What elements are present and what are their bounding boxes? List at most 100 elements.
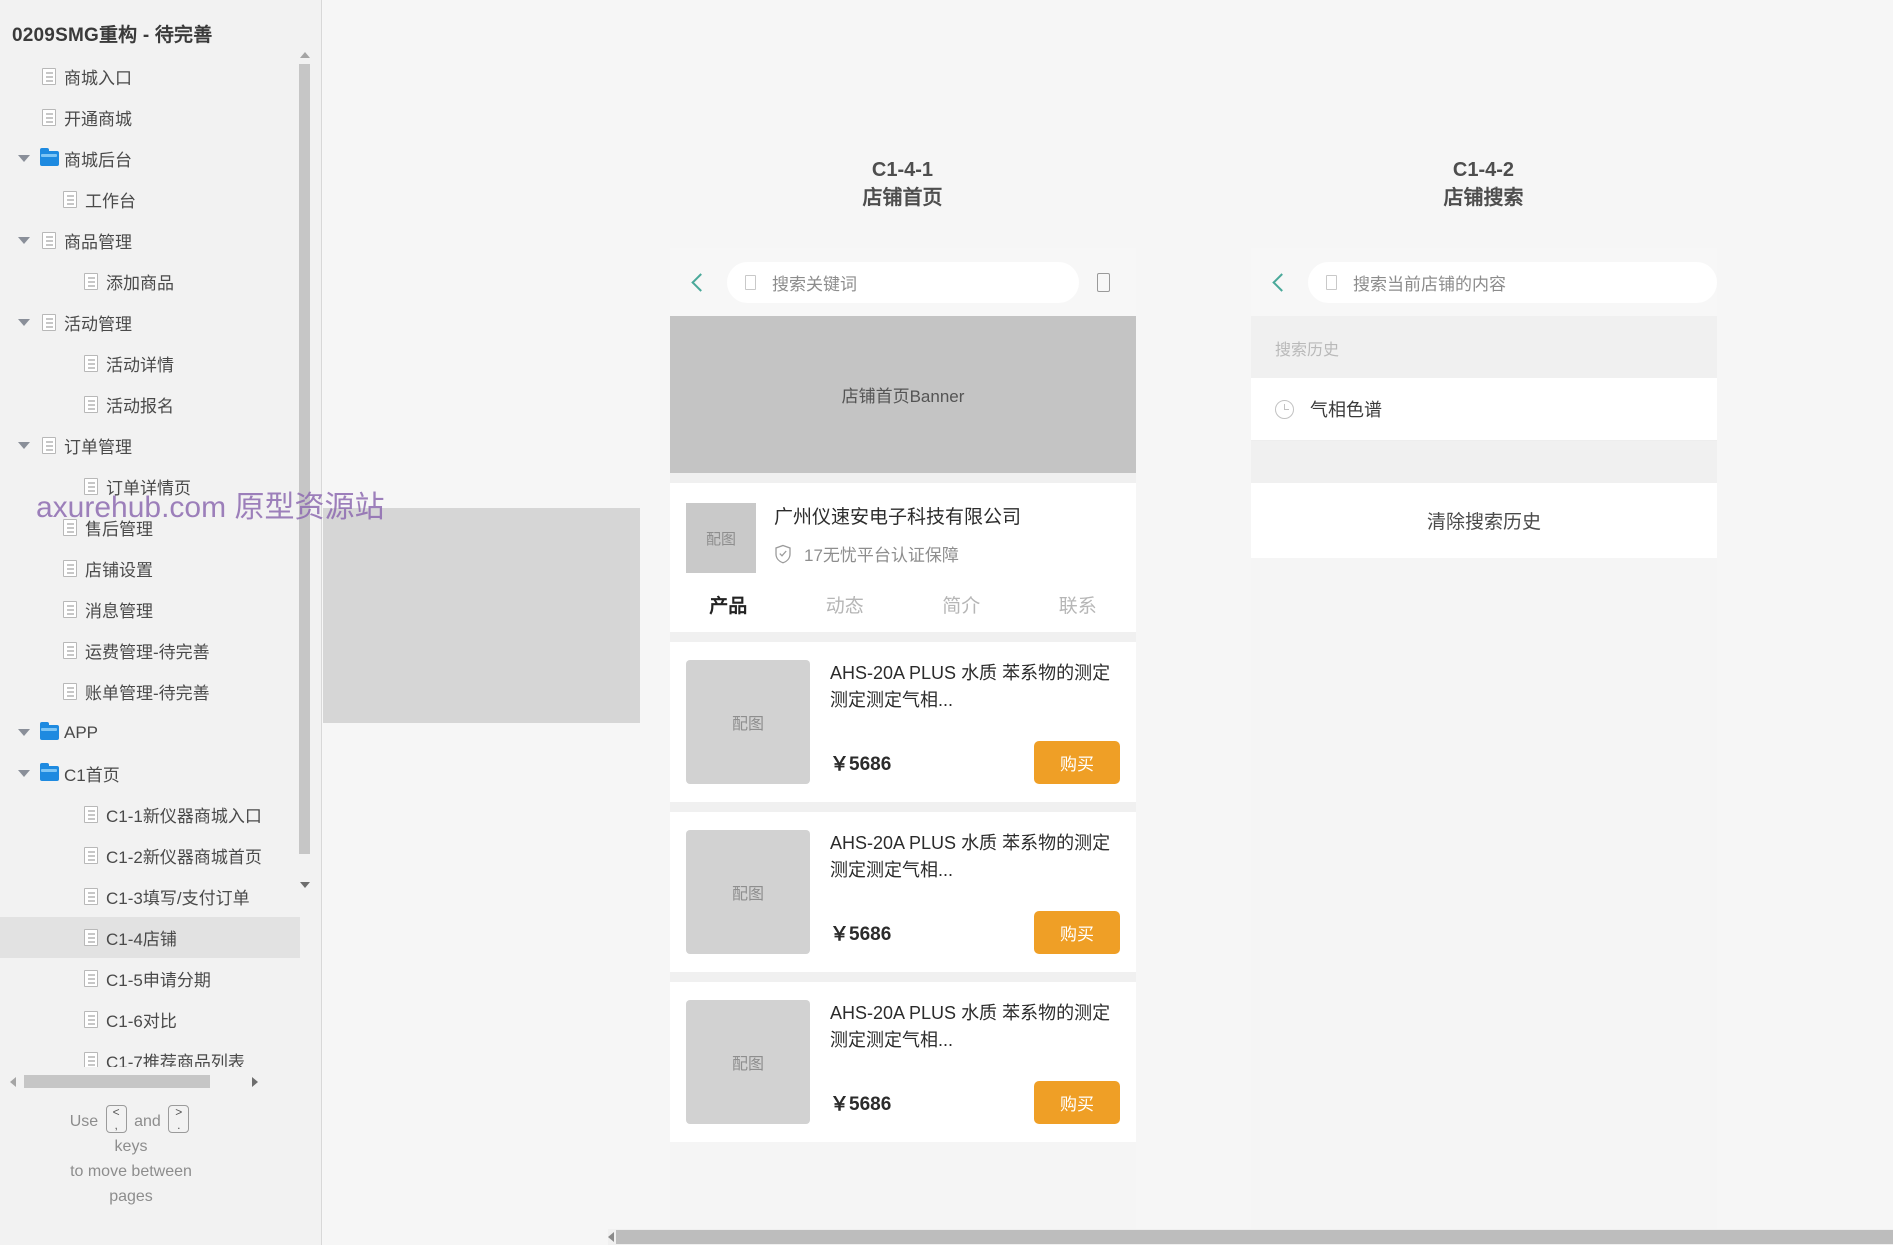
folder-icon — [36, 763, 62, 781]
scroll-right-arrow-icon[interactable] — [252, 1077, 258, 1087]
prototype-canvas[interactable]: C1-4-1 店铺首页 搜索关键词 店铺首页Banner 配图 广州仪速安电子科… — [323, 0, 1893, 1245]
page-title: 0209SMG重构 - 待完善 — [12, 25, 213, 46]
expand-caret-icon[interactable] — [12, 770, 36, 777]
buy-button[interactable]: 购买 — [1034, 741, 1120, 784]
tree-item-活动管理[interactable]: 活动管理 — [0, 302, 300, 343]
back-chevron-icon[interactable] — [1272, 272, 1291, 292]
tree-item-C1-2新仪器商城首页[interactable]: C1-2新仪器商城首页 — [0, 835, 300, 876]
scroll-left-arrow-icon[interactable] — [10, 1077, 16, 1087]
shop-logo: 配图 — [686, 503, 756, 573]
page-icon — [57, 683, 83, 700]
tree-item-商城入口[interactable]: 商城入口 — [0, 56, 300, 97]
search-history-item-label: 气相色谱 — [1310, 400, 1382, 420]
shop-cert-text: 17无忧平台认证保障 — [804, 546, 959, 565]
product-price: ￥5686 — [830, 924, 892, 945]
buy-button[interactable]: 购买 — [1034, 1081, 1120, 1124]
product-image-label: 配图 — [731, 716, 764, 733]
tree-item-C1-1新仪器商城入口[interactable]: C1-1新仪器商城入口 — [0, 794, 300, 835]
page-icon — [57, 642, 83, 659]
tree-item-售后管理[interactable]: 售后管理 — [0, 507, 300, 548]
tree-item-订单管理[interactable]: 订单管理 — [0, 425, 300, 466]
tree-item-运费管理-待完善[interactable]: 运费管理-待完善 — [0, 630, 300, 671]
tree-item-商品管理[interactable]: 商品管理 — [0, 220, 300, 261]
page-icon — [57, 560, 83, 577]
tree-item-活动报名[interactable]: 活动报名 — [0, 384, 300, 425]
tree-vertical-scroll-thumb[interactable] — [299, 64, 310, 854]
tree-horizontal-scrollbar[interactable] — [10, 1074, 258, 1090]
more-icon[interactable] — [1097, 272, 1110, 292]
next-page-key: > . — [168, 1105, 190, 1133]
screen-C1-4-2[interactable]: 搜索当前店铺的内容 搜索历史 气相色谱 清除搜索历史 — [1251, 248, 1717, 1245]
search-history-item[interactable]: 气相色谱 — [1251, 378, 1717, 441]
expand-caret-icon[interactable] — [12, 319, 36, 326]
search-icon — [1326, 274, 1337, 290]
product-list-item[interactable]: 配图 AHS-20A PLUS 水质 苯系物的测定测定测定气相... ￥5686 购买 — [670, 642, 1136, 802]
expand-caret-icon[interactable] — [12, 442, 36, 449]
screen-title-1: C1-4-1 店铺首页 — [670, 156, 1135, 212]
tree-item-C1-7推荐商品列表[interactable]: C1-7推荐商品列表 — [0, 1040, 300, 1067]
product-price: ￥5686 — [830, 1094, 892, 1115]
tree-item-C1-3填写/支付订单[interactable]: C1-3填写/支付订单 — [0, 876, 300, 917]
tree-item-label: 商城入口 — [64, 69, 132, 88]
tree-item-C1首页[interactable]: C1首页 — [0, 753, 300, 794]
tree-item-label: 消息管理 — [85, 602, 153, 621]
shop-info-card: 配图 广州仪速安电子科技有限公司 17无忧平台认证保障 产品 动态 简介 联系 — [670, 483, 1136, 632]
search-history-label: 搜索历史 — [1251, 316, 1717, 378]
product-list[interactable]: 配图 AHS-20A PLUS 水质 苯系物的测定测定测定气相... ￥5686 购买… — [670, 632, 1136, 1142]
tree-horizontal-scroll-thumb[interactable] — [24, 1075, 210, 1088]
tree-item-订单详情页[interactable]: 订单详情页 — [0, 466, 300, 507]
tree-item-label: C1-6对比 — [106, 1012, 177, 1031]
tree-item-C1-4店铺[interactable]: C1-4店铺 — [0, 917, 300, 958]
placeholder-rectangle — [323, 508, 640, 723]
tree-item-添加商品[interactable]: 添加商品 — [0, 261, 300, 302]
page-icon — [78, 888, 104, 905]
tree-item-label: C1-2新仪器商城首页 — [106, 848, 262, 867]
search-history-list[interactable]: 气相色谱 — [1251, 378, 1717, 441]
search-input-2[interactable]: 搜索当前店铺的内容 — [1308, 261, 1717, 303]
scroll-left-arrow-icon[interactable] — [608, 1232, 614, 1242]
prev-key-bottom: , — [114, 1118, 118, 1132]
tree-item-消息管理[interactable]: 消息管理 — [0, 589, 300, 630]
page-tree[interactable]: 商城入口开通商城商城后台工作台 商品管理 添加商品 活动管理 活动详情 活动报名 订单管理订… — [0, 56, 300, 1067]
search-input-1[interactable]: 搜索关键词 — [727, 261, 1079, 303]
back-chevron-icon[interactable] — [691, 272, 710, 292]
product-list-item[interactable]: 配图 AHS-20A PLUS 水质 苯系物的测定测定测定气相... ￥5686 购买 — [670, 982, 1136, 1142]
tree-item-C1-6对比[interactable]: C1-6对比 — [0, 999, 300, 1040]
tree-item-商城后台[interactable]: 商城后台 — [0, 138, 300, 179]
tree-item-label: C1-3填写/支付订单 — [106, 889, 250, 908]
page-icon — [57, 191, 83, 208]
page-icon — [78, 806, 104, 823]
expand-caret-icon[interactable] — [12, 237, 36, 244]
shop-tab-bar[interactable]: 产品 动态 简介 联系 — [670, 573, 1136, 632]
shop-tab-联系[interactable]: 联系 — [1020, 591, 1137, 632]
tree-item-活动详情[interactable]: 活动详情 — [0, 343, 300, 384]
screen-title-2: C1-4-2 店铺搜索 — [1251, 156, 1716, 212]
clear-history-button[interactable]: 清除搜索历史 — [1251, 483, 1717, 558]
scroll-up-arrow-icon[interactable] — [299, 50, 310, 61]
shop-tab-动态[interactable]: 动态 — [787, 591, 904, 632]
expand-caret-icon[interactable] — [12, 729, 36, 736]
tree-item-label: 商城后台 — [64, 151, 132, 170]
tree-item-C1-5申请分期[interactable]: C1-5申请分期 — [0, 958, 300, 999]
tree-item-店铺设置[interactable]: 店铺设置 — [0, 548, 300, 589]
shop-tab-产品[interactable]: 产品 — [670, 591, 787, 632]
tree-item-工作台[interactable]: 工作台 — [0, 179, 300, 220]
canvas-horizontal-scrollbar[interactable] — [608, 1229, 1893, 1245]
tree-item-账单管理-待完善[interactable]: 账单管理-待完善 — [0, 671, 300, 712]
folder-icon — [36, 148, 62, 166]
shop-tab-简介[interactable]: 简介 — [903, 591, 1020, 632]
product-image-label: 配图 — [731, 1056, 764, 1073]
tree-item-开通商城[interactable]: 开通商城 — [0, 97, 300, 138]
page-icon — [36, 68, 62, 85]
screen-C1-4-1[interactable]: 搜索关键词 店铺首页Banner 配图 广州仪速安电子科技有限公司 17无忧平台… — [670, 248, 1136, 1245]
shop-banner[interactable]: 店铺首页Banner — [670, 316, 1136, 473]
canvas-horizontal-scroll-thumb[interactable] — [616, 1230, 1893, 1244]
expand-caret-icon[interactable] — [12, 155, 36, 162]
tree-vertical-scrollbar[interactable] — [298, 50, 311, 890]
product-image: 配图 — [686, 660, 810, 784]
nav-help-line3: to move between — [70, 1163, 192, 1180]
scroll-down-arrow-icon[interactable] — [299, 879, 310, 890]
buy-button[interactable]: 购买 — [1034, 911, 1120, 954]
product-list-item[interactable]: 配图 AHS-20A PLUS 水质 苯系物的测定测定测定气相... ￥5686 购买 — [670, 812, 1136, 972]
tree-item-APP[interactable]: APP — [0, 712, 300, 753]
